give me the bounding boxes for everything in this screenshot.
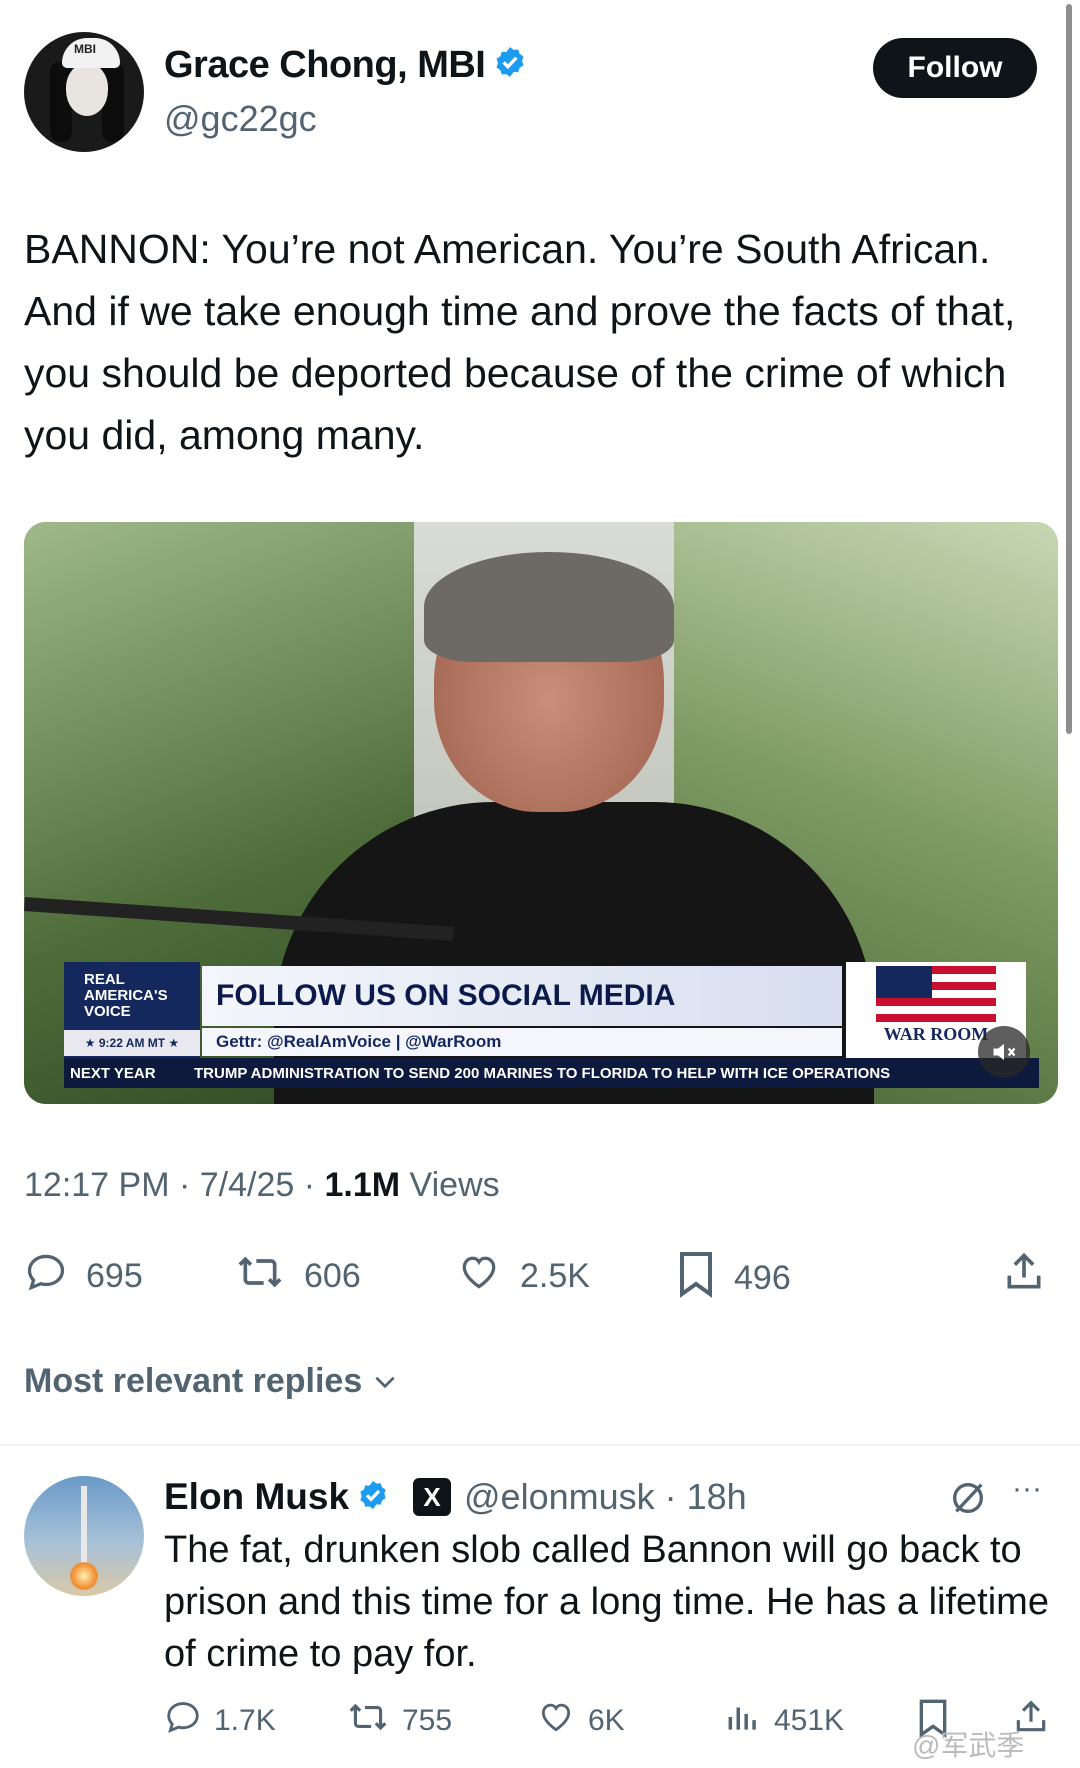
weibo-watermark: @军武季: [912, 1730, 1025, 1761]
like-count: 2.5K: [520, 1257, 590, 1295]
reply-count: 695: [86, 1257, 143, 1295]
author-name-text: Grace Chong, MBI: [164, 44, 486, 86]
banner-headline: FOLLOW US ON SOCIAL MEDIA: [202, 966, 842, 1026]
rav-logo-line1: REAL: [84, 971, 125, 988]
bookmark-button[interactable]: 496: [676, 1250, 791, 1307]
follow-button[interactable]: Follow: [873, 38, 1037, 98]
repost-icon: [234, 1250, 304, 1303]
section-divider: [0, 1444, 1080, 1446]
ticker-label: NEXT YEAR: [70, 1064, 156, 1082]
like-button[interactable]: 2.5K: [456, 1250, 590, 1303]
tweet-timestamp: 12:17 PM · 7/4/25 · 1.1M Views: [24, 1166, 500, 1205]
reply-text: The fat, drunken slob called Bannon will…: [164, 1529, 1049, 1675]
reply-author-avatar[interactable]: [24, 1476, 144, 1596]
reply-author-name-text: Elon Musk: [164, 1476, 350, 1517]
tweet-text: BANNON: You’re not American. You’re Sout…: [24, 226, 1016, 458]
chevron-down-icon: [372, 1362, 398, 1400]
author-display-name[interactable]: Grace Chong, MBI: [164, 44, 527, 89]
video-lower-third: REAL AMERICA'S VOICE ★ 9:22 AM MT ★ FOLL…: [64, 962, 1039, 1092]
rav-logo-line3: VOICE: [84, 1003, 131, 1020]
more-options-icon[interactable]: ···: [1012, 1472, 1042, 1506]
repost-count: 606: [304, 1257, 361, 1295]
heart-icon: [456, 1250, 520, 1303]
tweet-video[interactable]: REAL AMERICA'S VOICE ★ 9:22 AM MT ★ FOLL…: [24, 522, 1058, 1104]
mute-icon[interactable]: [978, 1026, 1030, 1078]
scrollbar[interactable]: [1066, 4, 1072, 734]
views-chart-icon: [724, 1698, 774, 1744]
reply-button[interactable]: 695: [24, 1250, 143, 1303]
reply-handle-time[interactable]: @elonmusk · 18h: [464, 1476, 747, 1518]
reply-icon: [24, 1250, 86, 1303]
bookmark-count: 496: [734, 1259, 791, 1297]
heart-icon: [536, 1698, 588, 1744]
reply-like-count: 6K: [588, 1704, 625, 1737]
replies-sort-dropdown[interactable]: Most relevant replies: [24, 1362, 398, 1401]
avatar-face: [66, 64, 108, 116]
verified-badge-icon: [357, 1478, 389, 1520]
replies-sort-label: Most relevant replies: [24, 1362, 363, 1400]
reply-reply-button[interactable]: 1.7K: [164, 1698, 276, 1744]
banner-subline: Gettr: @RealAmVoice | @WarRoom: [202, 1028, 842, 1056]
reply-repost-count: 755: [402, 1704, 453, 1737]
repost-button[interactable]: 606: [234, 1250, 361, 1303]
bookmark-icon: [676, 1250, 734, 1307]
reply-repost-button[interactable]: 755: [346, 1698, 452, 1744]
x-affiliation-badge: X: [413, 1478, 451, 1516]
reply-icon: [164, 1698, 214, 1744]
reply-like-button[interactable]: 6K: [536, 1698, 625, 1744]
views-count: 1.1M: [324, 1166, 401, 1204]
news-ticker: NEXT YEAR TRUMP ADMINISTRATION TO SEND 2…: [64, 1058, 1039, 1088]
author-avatar[interactable]: MBI: [24, 32, 144, 152]
tweet-action-bar: 695 606 2.5K 496: [24, 1250, 1054, 1310]
broadcast-time: ★ 9:22 AM MT ★: [64, 1030, 200, 1056]
tweet-time-date: 12:17 PM · 7/4/25 ·: [24, 1166, 325, 1204]
flag-canton: [876, 966, 932, 998]
rav-logo-text: REAL AMERICA'S VOICE: [84, 972, 184, 1020]
grok-icon[interactable]: [948, 1478, 988, 1523]
views-label: Views: [400, 1166, 500, 1204]
video-person-hair: [424, 552, 674, 662]
share-button[interactable]: [1002, 1250, 1064, 1303]
author-handle[interactable]: @gc22gc: [164, 98, 317, 140]
repost-icon: [346, 1698, 402, 1744]
ticker-text: TRUMP ADMINISTRATION TO SEND 200 MARINES…: [194, 1064, 891, 1082]
reply-author-name[interactable]: Elon Musk: [164, 1476, 389, 1520]
share-icon: [1002, 1250, 1064, 1303]
rav-logo-line2: AMERICA'S: [84, 987, 168, 1004]
verified-badge-icon: [493, 45, 527, 89]
reply-reply-count: 1.7K: [214, 1704, 276, 1737]
avatar-rocket-flame: [68, 1562, 100, 1590]
reply-views-count: 451K: [774, 1704, 845, 1737]
avatar-cap-text: MBI: [74, 42, 96, 56]
reply-views-button[interactable]: 451K: [724, 1698, 844, 1744]
